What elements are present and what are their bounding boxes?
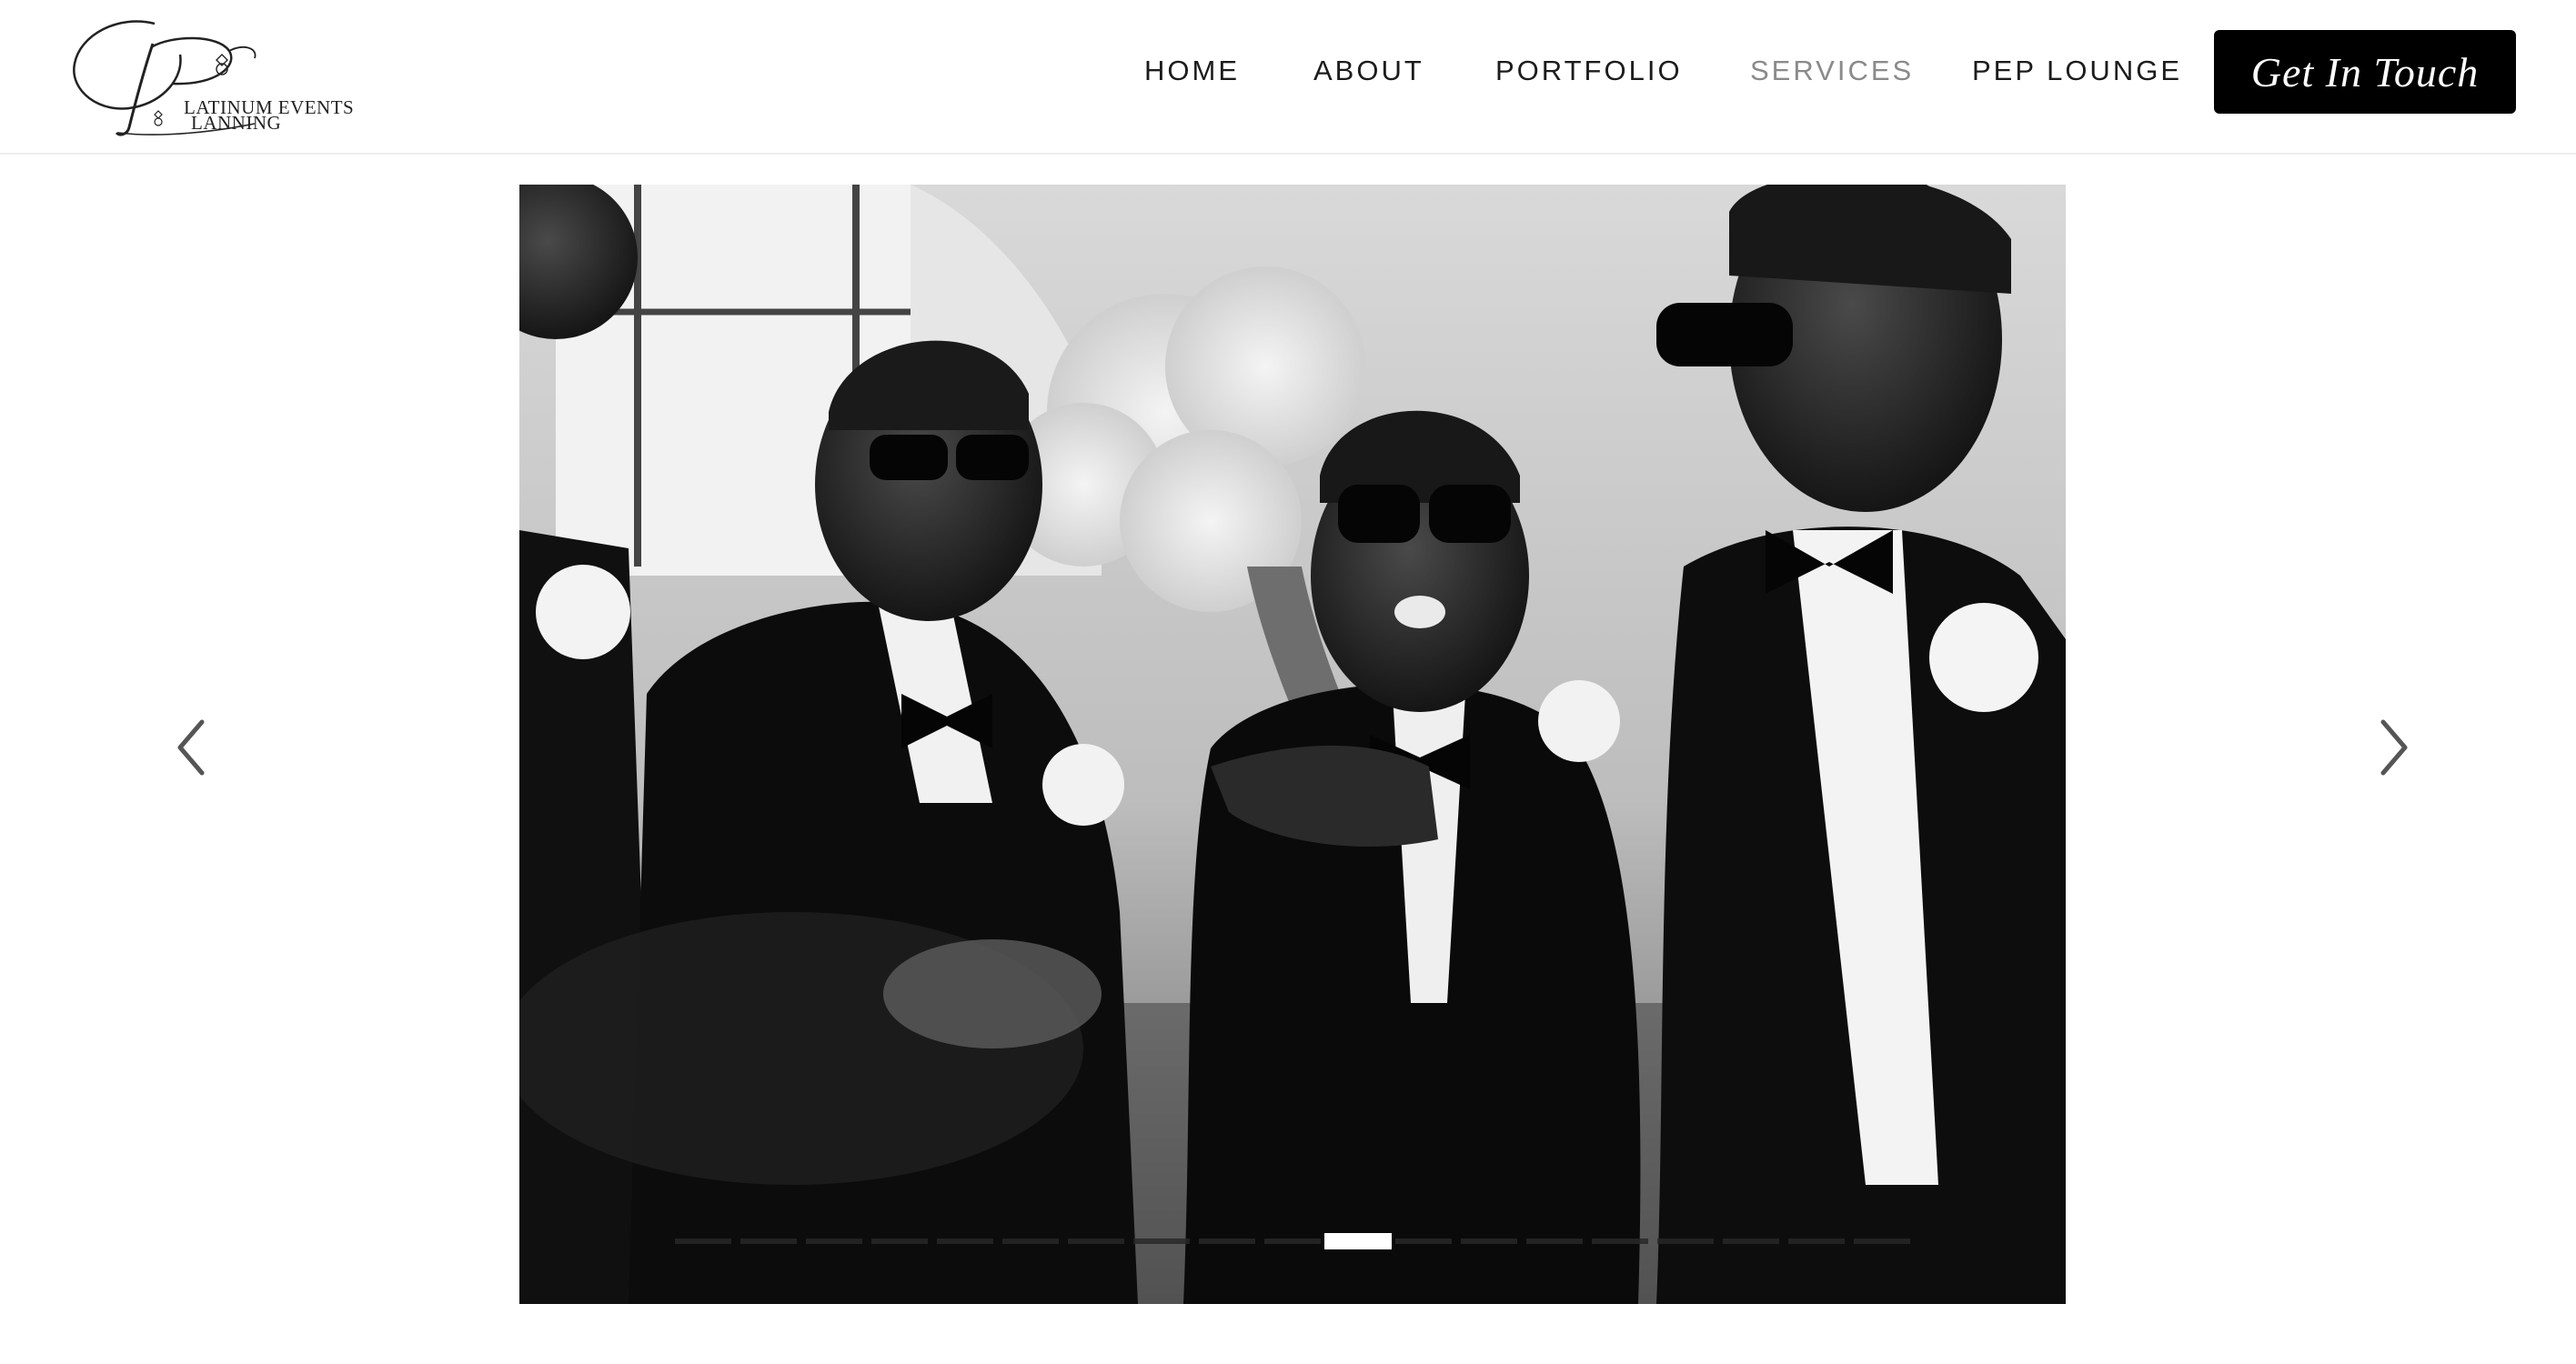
slide-indicator-18[interactable] [1788,1239,1845,1244]
slide-indicator-16[interactable] [1657,1239,1714,1244]
nav-about[interactable]: ABOUT [1313,53,1424,89]
slide-indicator-4[interactable] [871,1239,928,1244]
nav-services[interactable]: SERVICES [1750,53,1914,89]
logo[interactable]: LATINUM EVENTS LANNING [64,7,355,144]
slide-indicators [519,1226,2066,1253]
slide-indicator-10[interactable] [1264,1239,1321,1244]
nav-home[interactable]: HOME [1144,53,1240,89]
slide-indicator-7[interactable] [1068,1239,1124,1244]
slide-indicator-15[interactable] [1592,1239,1648,1244]
slide-indicator-14[interactable] [1526,1239,1583,1244]
slide-indicator-19[interactable] [1854,1239,1910,1244]
nav-portfolio[interactable]: PORTFOLIO [1495,53,1683,89]
chevron-right-icon[interactable] [2365,711,2420,784]
hero-slider [0,156,2576,1339]
slide-indicator-5[interactable] [937,1239,993,1244]
slide-indicator-13[interactable] [1461,1239,1517,1244]
chevron-left-icon[interactable] [166,711,220,784]
slide-indicator-9[interactable] [1199,1239,1255,1244]
slide-indicator-3[interactable] [806,1239,862,1244]
nav-pep-lounge[interactable]: PEP LOUNGE [1972,53,2182,89]
slide-indicator-11[interactable] [1324,1233,1392,1249]
slide-indicator-2[interactable] [740,1239,797,1244]
logo-text-line-2: LANNING [191,112,282,134]
groomsmen-photo [519,185,2066,1304]
slide-indicator-12[interactable] [1395,1239,1452,1244]
slide-indicator-6[interactable] [1002,1239,1059,1244]
slide-indicator-1[interactable] [675,1239,731,1244]
slide-image[interactable] [519,185,2066,1304]
site-header: LATINUM EVENTS LANNING HOME ABOUT PORTFO… [0,0,2576,155]
slide-indicator-17[interactable] [1723,1239,1779,1244]
get-in-touch-button[interactable]: Get In Touch [2214,30,2516,114]
slide-indicator-8[interactable] [1133,1239,1190,1244]
